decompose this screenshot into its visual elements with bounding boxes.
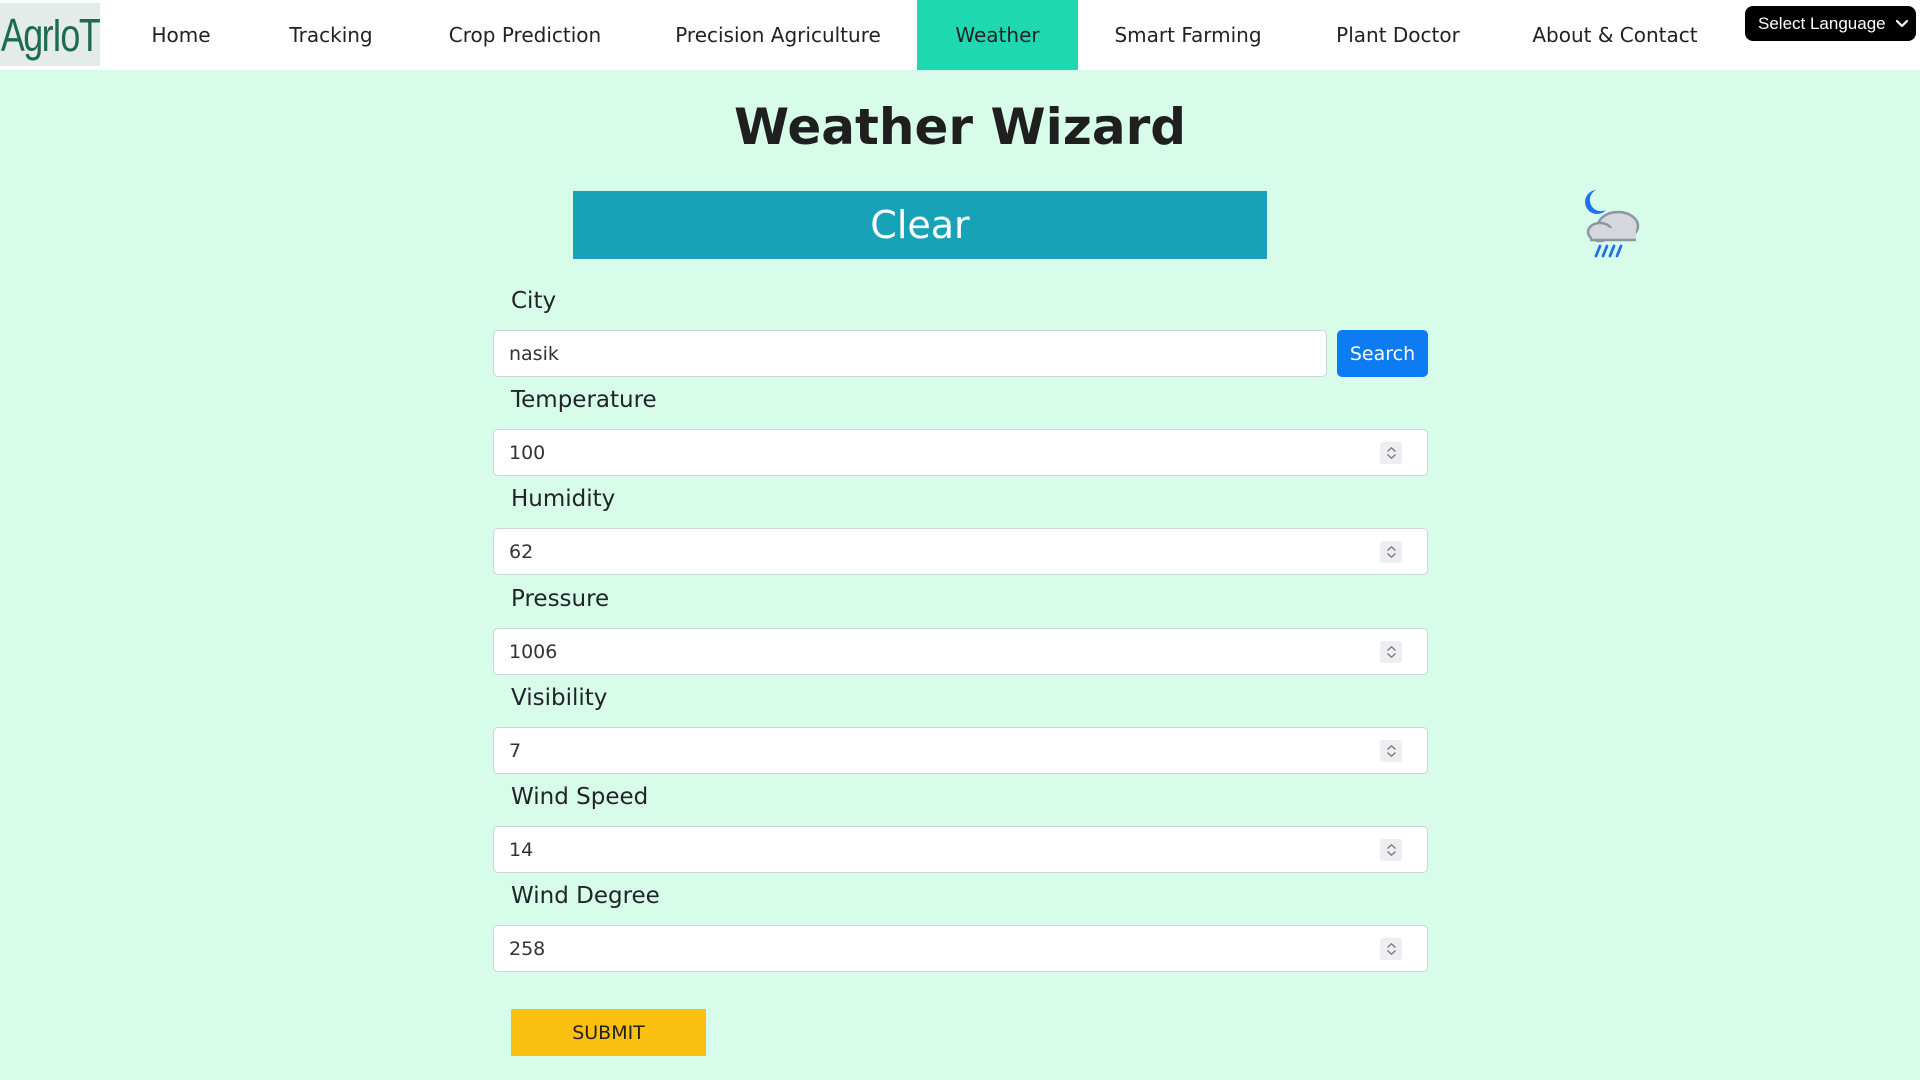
spinner-down-icon bbox=[1386, 752, 1396, 757]
chevron-down-icon bbox=[1895, 19, 1909, 28]
number-spinner[interactable] bbox=[1380, 541, 1402, 563]
city-input-value: nasik bbox=[509, 342, 559, 365]
spinner-down-icon bbox=[1386, 950, 1396, 955]
wind-speed-label: Wind Speed bbox=[511, 784, 649, 810]
spinner-up-icon bbox=[1386, 447, 1396, 452]
visibility-value: 7 bbox=[509, 739, 522, 762]
spinner-up-icon bbox=[1386, 546, 1396, 551]
language-select[interactable]: Select Language bbox=[1745, 6, 1916, 41]
nav-item-smart-farming[interactable]: Smart Farming bbox=[1100, 0, 1276, 70]
temperature-value: 100 bbox=[509, 441, 546, 464]
temperature-input[interactable]: 100 bbox=[493, 429, 1428, 476]
wind-degree-value: 258 bbox=[509, 937, 546, 960]
spinner-up-icon bbox=[1386, 943, 1396, 948]
spinner-down-icon bbox=[1386, 851, 1396, 856]
logo-text: AgrIoT bbox=[0, 8, 101, 61]
spinner-down-icon bbox=[1386, 553, 1396, 558]
spinner-up-icon bbox=[1386, 844, 1396, 849]
nav-item-crop-prediction[interactable]: Crop Prediction bbox=[430, 0, 620, 70]
wind-degree-label: Wind Degree bbox=[511, 883, 660, 909]
humidity-label: Humidity bbox=[511, 486, 616, 512]
pressure-value: 1006 bbox=[509, 640, 558, 663]
agriot-logo[interactable]: AgrIoT bbox=[0, 3, 101, 66]
nav-item-plant-doctor[interactable]: Plant Doctor bbox=[1320, 0, 1476, 70]
pressure-input[interactable]: 1006 bbox=[493, 628, 1428, 675]
nav-item-tracking[interactable]: Tracking bbox=[262, 0, 400, 70]
nav-item-weather[interactable]: Weather bbox=[917, 0, 1078, 70]
wind-degree-input[interactable]: 258 bbox=[493, 925, 1428, 972]
pressure-label: Pressure bbox=[511, 586, 610, 612]
visibility-input[interactable]: 7 bbox=[493, 727, 1428, 774]
temperature-label: Temperature bbox=[511, 387, 657, 413]
city-input[interactable]: nasik bbox=[493, 330, 1327, 377]
top-navbar: AgrIoT Home Tracking Crop Prediction Pre… bbox=[0, 0, 1920, 70]
humidity-value: 62 bbox=[509, 540, 534, 563]
wind-speed-value: 14 bbox=[509, 838, 534, 861]
nav-item-home[interactable]: Home bbox=[120, 0, 242, 70]
night-rain-cloud-icon bbox=[1585, 190, 1640, 258]
spinner-down-icon bbox=[1386, 653, 1396, 658]
language-select-label: Select Language bbox=[1758, 13, 1886, 33]
search-button[interactable]: Search bbox=[1337, 330, 1428, 377]
nav-item-about-contact[interactable]: About & Contact bbox=[1518, 0, 1712, 70]
wind-speed-input[interactable]: 14 bbox=[493, 826, 1428, 873]
number-spinner[interactable] bbox=[1380, 839, 1402, 861]
visibility-label: Visibility bbox=[511, 685, 608, 711]
spinner-up-icon bbox=[1386, 646, 1396, 651]
nav-item-precision-agriculture[interactable]: Precision Agriculture bbox=[656, 0, 900, 70]
city-label: City bbox=[511, 288, 557, 314]
number-spinner[interactable] bbox=[1380, 938, 1402, 960]
number-spinner[interactable] bbox=[1380, 641, 1402, 663]
submit-button[interactable]: SUBMIT bbox=[511, 1009, 706, 1056]
weather-condition-banner: Clear bbox=[573, 191, 1267, 259]
page-title: Weather Wizard bbox=[733, 98, 1187, 156]
humidity-input[interactable]: 62 bbox=[493, 528, 1428, 575]
spinner-down-icon bbox=[1386, 454, 1396, 459]
number-spinner[interactable] bbox=[1380, 740, 1402, 762]
spinner-up-icon bbox=[1386, 745, 1396, 750]
number-spinner[interactable] bbox=[1380, 442, 1402, 464]
